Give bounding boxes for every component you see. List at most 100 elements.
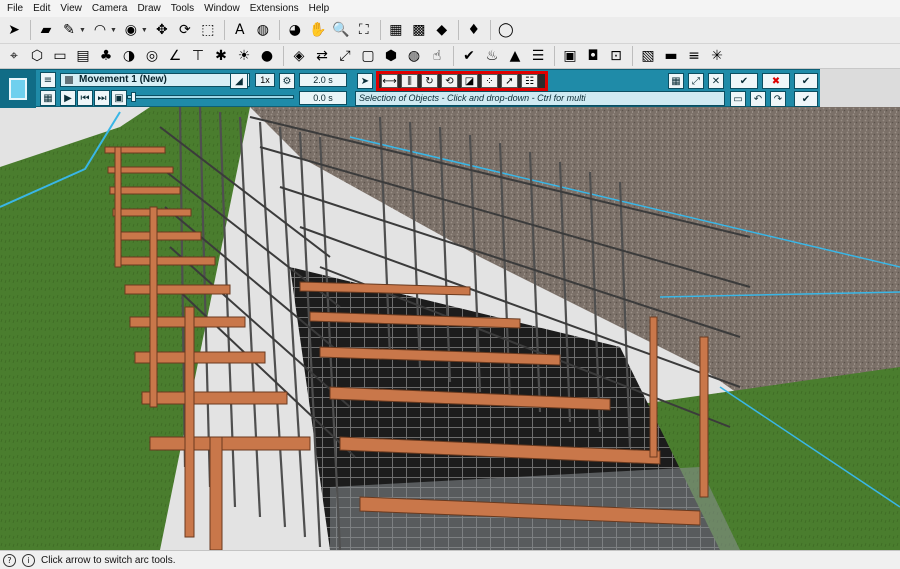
network-icon[interactable]: ✳ <box>706 45 728 67</box>
menu-draw[interactable]: Draw <box>132 3 165 14</box>
menu-tools[interactable]: Tools <box>166 3 199 14</box>
menu-view[interactable]: View <box>55 3 87 14</box>
menu-window[interactable]: Window <box>199 3 245 14</box>
section-plane-icon[interactable]: ▤ <box>72 45 94 67</box>
menu-extensions[interactable]: Extensions <box>245 3 304 14</box>
film-reel-icon[interactable]: ⚙ <box>279 73 295 89</box>
rotate-movement-icon[interactable]: ↻ <box>421 74 438 88</box>
model-viewport[interactable] <box>0 107 900 550</box>
paint-bucket-icon[interactable]: ◍ <box>252 19 274 41</box>
explode-icon[interactable]: ⫼ <box>401 74 418 88</box>
dropdown-arrow-icon[interactable]: ▼ <box>110 27 117 34</box>
hand-icon[interactable]: ☝ <box>426 45 448 67</box>
menu-help[interactable]: Help <box>304 3 335 14</box>
cube-icon[interactable]: ⬢ <box>380 45 402 67</box>
selection-arrow-icon[interactable]: ➤ <box>357 73 373 89</box>
duration-field[interactable]: 2.0 s <box>299 73 347 87</box>
dropdown-icon[interactable]: ◢ <box>230 73 248 89</box>
toolbar-separator <box>278 20 280 40</box>
layers-icon[interactable]: ☰ <box>527 45 549 67</box>
rotate-icon[interactable]: ⟳ <box>174 19 196 41</box>
sphere-icon[interactable]: ◍ <box>403 45 425 67</box>
geo-location-icon[interactable]: i <box>22 553 35 567</box>
text-icon[interactable]: A <box>229 19 251 41</box>
translate-icon[interactable]: ⟷ <box>381 74 398 88</box>
star-icon[interactable]: ✱ <box>210 45 232 67</box>
record-icon[interactable]: ▣ <box>111 90 127 106</box>
orbit-icon[interactable]: ◕ <box>284 19 306 41</box>
play-icon[interactable]: ▶ <box>60 90 76 106</box>
timeline-slider[interactable] <box>127 92 294 102</box>
account-icon[interactable]: ◯ <box>495 19 517 41</box>
expand-icon[interactable]: ⤢ <box>688 73 704 89</box>
selection-hint: Selection of Objects - Click and drop-do… <box>355 91 725 106</box>
move-icon[interactable]: ✥ <box>151 19 173 41</box>
redo-icon[interactable]: ↷ <box>770 91 786 107</box>
dropdown-arrow-icon[interactable]: ▼ <box>141 27 148 34</box>
box-icon[interactable]: ▢ <box>357 45 379 67</box>
movement-selector[interactable]: Movement 1 (New) <box>60 73 250 87</box>
circle-icon[interactable]: ◎ <box>141 45 163 67</box>
scale-movement-icon[interactable]: ◪ <box>461 74 478 88</box>
window-icon[interactable]: ▭ <box>730 91 746 107</box>
scatter-icon[interactable]: ⁘ <box>481 74 498 88</box>
protractor-icon[interactable]: ◑ <box>118 45 140 67</box>
move-copy-icon[interactable]: ⇄ <box>311 45 333 67</box>
close-panel-icon[interactable]: ✕ <box>708 73 724 89</box>
slider-knob[interactable] <box>131 92 136 102</box>
angle-icon[interactable]: ∠ <box>164 45 186 67</box>
apply-icon[interactable]: ✔ <box>794 73 818 89</box>
push-pull-icon[interactable]: ◉ <box>120 19 142 41</box>
list-icon[interactable]: ☷ <box>521 74 538 88</box>
time-field[interactable]: 0.0 s <box>299 91 347 105</box>
confirm-icon[interactable]: ✔ <box>730 73 758 89</box>
warehouse-icon[interactable]: ▦ <box>385 19 407 41</box>
delete-icon[interactable]: ✖ <box>762 73 790 89</box>
monitor-icon[interactable]: ▬ <box>660 45 682 67</box>
check-icon[interactable]: ✔ <box>458 45 480 67</box>
clapboard-icon[interactable]: ▧ <box>637 45 659 67</box>
sandbox-icon[interactable]: ▲ <box>504 45 526 67</box>
path-icon[interactable]: ➚ <box>501 74 518 88</box>
scale-icon[interactable]: ⬚ <box>197 19 219 41</box>
sliders-icon[interactable]: ≡ <box>683 45 705 67</box>
accept-icon[interactable]: ✔ <box>794 91 818 107</box>
components-icon[interactable]: ▩ <box>408 19 430 41</box>
window-icon[interactable]: ▣ <box>559 45 581 67</box>
menu-edit[interactable]: Edit <box>28 3 55 14</box>
extension-warehouse-icon[interactable]: ◆ <box>431 19 453 41</box>
solid-tools-icon[interactable]: ◈ <box>288 45 310 67</box>
speed-selector[interactable]: 1x <box>255 73 275 87</box>
info-icon[interactable]: ? <box>3 553 16 567</box>
calendar-icon[interactable]: ▦ <box>40 90 56 106</box>
forward-icon[interactable]: ⏭ <box>94 90 110 106</box>
camera-icon[interactable]: ◘ <box>582 45 604 67</box>
zoom-extents-icon[interactable]: ⛶ <box>353 19 375 41</box>
table-icon[interactable]: ⊤ <box>187 45 209 67</box>
teapot-icon[interactable]: ♨ <box>481 45 503 67</box>
rotate-axis-icon[interactable]: ⟲ <box>441 74 458 88</box>
iso-view-icon[interactable]: ⬡ <box>26 45 48 67</box>
menu-file[interactable]: File <box>2 3 28 14</box>
dropdown-arrow-icon[interactable]: ▼ <box>79 27 86 34</box>
dimension-icon[interactable]: ⌖ <box>3 45 25 67</box>
trees-icon[interactable]: ♣ <box>95 45 117 67</box>
pan-hand-icon[interactable]: ✋ <box>307 19 329 41</box>
arc-icon[interactable]: ◠ <box>89 19 111 41</box>
menu-camera[interactable]: Camera <box>87 3 133 14</box>
scale-tool-icon[interactable]: ⤢ <box>334 45 356 67</box>
rewind-icon[interactable]: ⏮ <box>77 90 93 106</box>
sun-icon[interactable]: ☀ <box>233 45 255 67</box>
lock-icon[interactable]: ⊡ <box>605 45 627 67</box>
panel-logo[interactable] <box>0 70 36 108</box>
panel-menu-icon[interactable]: ≡ <box>40 72 56 88</box>
pencil-icon[interactable]: ✎ <box>58 19 80 41</box>
zoom-icon[interactable]: 🔍 <box>330 19 352 41</box>
eraser-icon[interactable]: ▰ <box>35 19 57 41</box>
cube-view-icon[interactable]: ▦ <box>668 73 684 89</box>
ruby-icon[interactable]: ♦ <box>463 19 485 41</box>
undo-icon[interactable]: ↶ <box>750 91 766 107</box>
select-arrow-icon[interactable]: ➤ <box>3 19 25 41</box>
ball-icon[interactable]: ● <box>256 45 278 67</box>
top-view-icon[interactable]: ▭ <box>49 45 71 67</box>
